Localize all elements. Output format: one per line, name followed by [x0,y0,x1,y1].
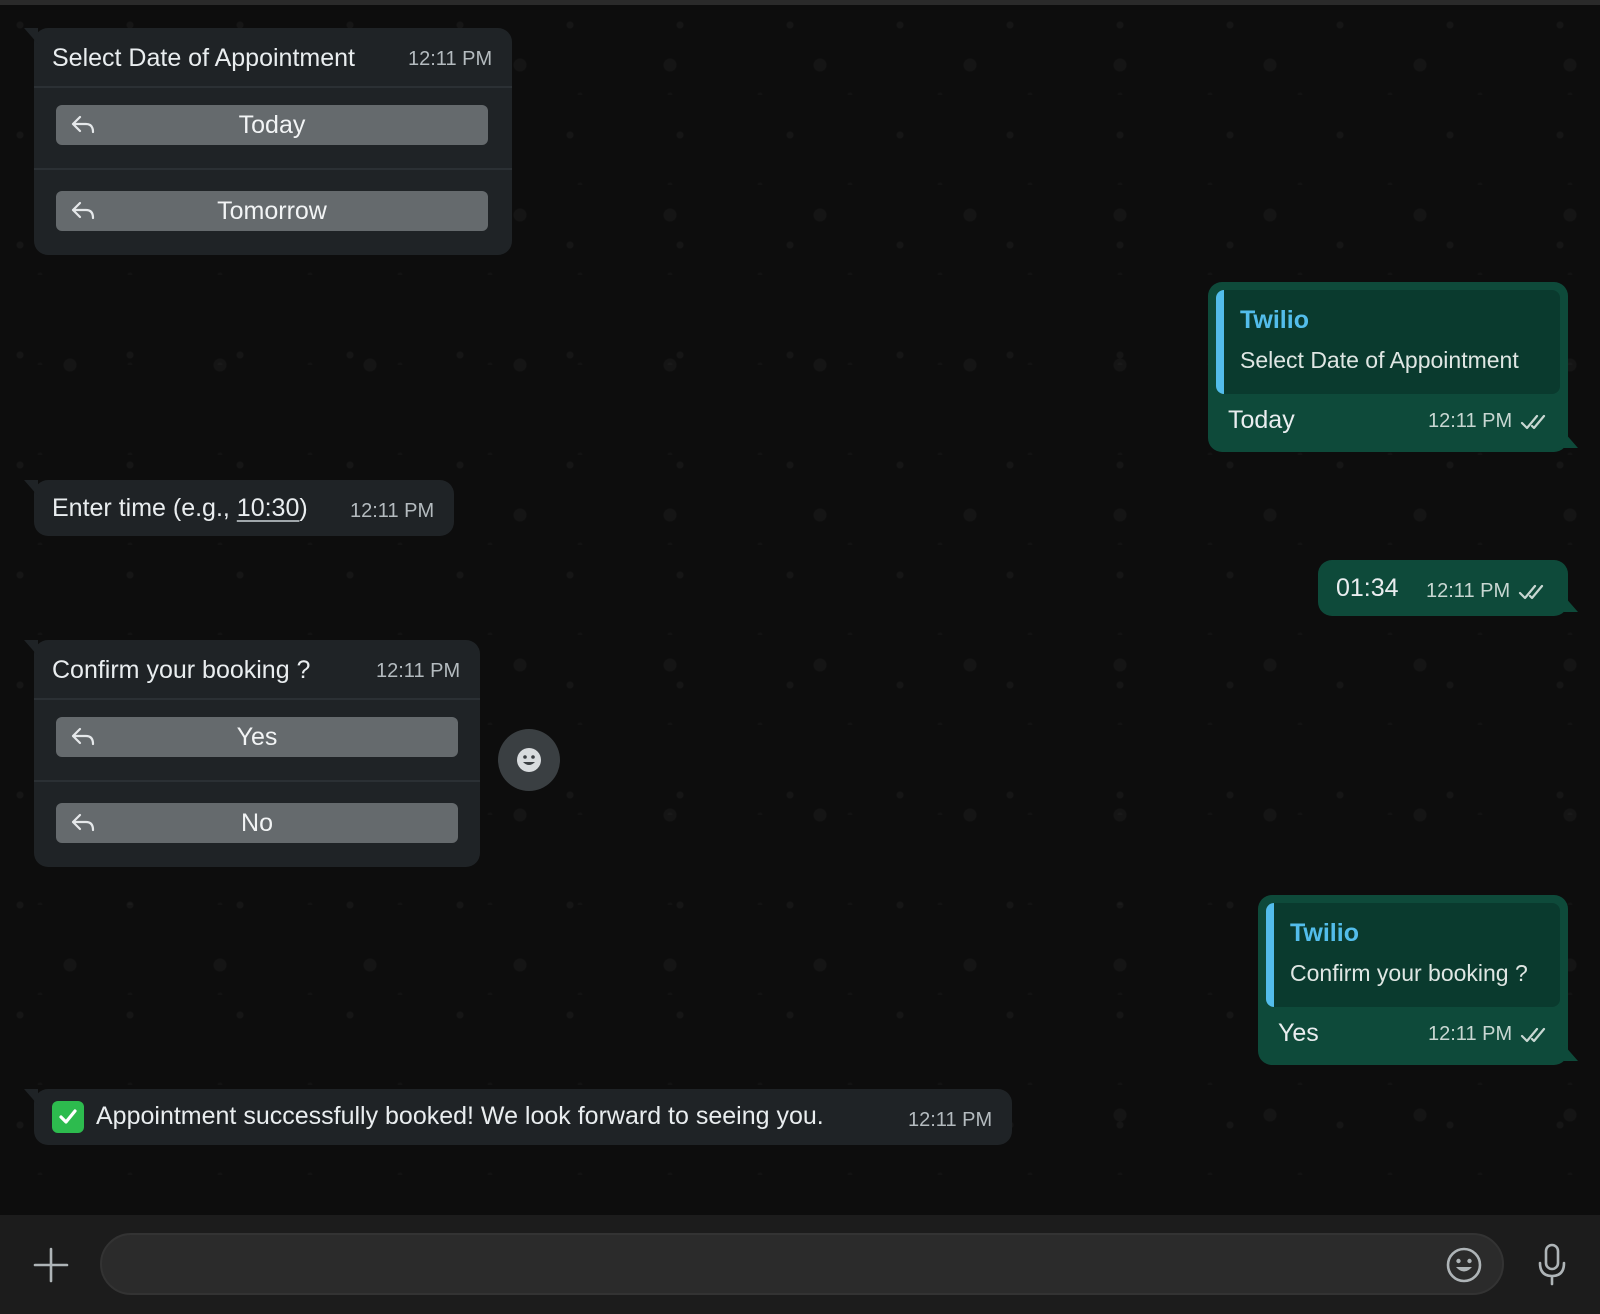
bubble-tail [1564,596,1578,612]
message-date-reply: Twilio Select Date of Appointment Today … [1208,282,1578,452]
double-check-icon [1519,584,1544,599]
double-check-icon [1521,414,1546,429]
message-time: 12:11 PM [1428,1023,1513,1045]
reply-arrow-icon [71,727,95,746]
message-time: 12:11 PM [350,500,435,522]
quick-reply-button-today[interactable]: Today [56,105,488,145]
message-meta: 12:11 PM [1428,410,1550,433]
quote-author: Twilio [1240,306,1309,334]
message-time: 12:11 PM [908,1109,993,1131]
chat-message-list[interactable]: Select Date of Appointment 12:11 PM Toda… [0,5,1600,1215]
quick-reply-label: Yes [236,722,278,751]
message-text: Appointment successfully booked! We look… [52,1100,824,1134]
message-time: 12:11 PM [1426,580,1511,602]
message-confirm-prompt: Confirm your booking ? 12:11 PM Yes No [24,640,480,867]
double-check-icon [1521,1027,1546,1042]
message-text: Yes [1278,1019,1319,1047]
quote-text: Confirm your booking ? [1290,960,1528,986]
message-text: Enter time (e.g., 10:30) [52,492,308,524]
divider [34,698,480,700]
message-date-prompt: Select Date of Appointment 12:11 PM Toda… [24,28,512,255]
message-text-start: Enter time (e.g., [52,494,237,522]
message-text: 01:34 [1336,574,1399,602]
emoji-react-button[interactable] [498,729,560,791]
emoji-icon[interactable] [1446,1247,1482,1283]
quick-reply-button-no[interactable]: No [56,803,458,843]
quick-reply-label: No [241,808,273,837]
bubble-tail [24,28,38,44]
message-meta: 12:11 PM [1428,1023,1550,1046]
reply-arrow-icon [71,813,95,832]
reply-arrow-icon [71,201,95,220]
message-text-end: ) [299,494,308,522]
message-input[interactable] [100,1233,1504,1295]
quoted-message[interactable]: Twilio Select Date of Appointment [1216,290,1560,394]
message-text: Today [1228,406,1295,434]
divider [34,168,512,170]
quote-accent-bar [1266,903,1274,1007]
emoji-react-icon [517,748,541,772]
quote-text: Select Date of Appointment [1240,347,1519,373]
message-meta: 12:11 PM [1426,580,1548,603]
quoted-message[interactable]: Twilio Confirm your booking ? [1266,903,1560,1007]
quick-reply-button-tomorrow[interactable]: Tomorrow [56,191,488,231]
reply-arrow-icon [71,115,95,134]
message-time: 12:11 PM [1428,410,1513,432]
quick-reply-button-yes[interactable]: Yes [56,717,458,757]
message-time: 12:11 PM [408,48,493,70]
divider [34,86,512,88]
message-success: Appointment successfully booked! We look… [24,1089,1012,1145]
bubble-tail [1564,1045,1578,1061]
quick-reply-label: Today [238,110,306,139]
message-text: Select Date of Appointment [52,44,355,72]
time-example-link[interactable]: 10:30 [237,494,300,522]
bubble-tail [24,1089,38,1105]
message-time: 12:11 PM [376,660,461,682]
microphone-icon[interactable] [1536,1243,1568,1287]
quick-reply-label: Tomorrow [217,196,327,225]
success-text: Appointment successfully booked! We look… [96,1102,824,1130]
message-time-prompt: Enter time (e.g., 10:30) 12:11 PM [24,480,454,536]
message-composer [0,1215,1600,1314]
check-mark-button-emoji [52,1101,84,1134]
message-time-reply: 01:34 12:11 PM [1318,560,1578,616]
quote-author: Twilio [1290,919,1359,947]
bubble-tail [1564,432,1578,448]
message-text: Confirm your booking ? [52,656,311,684]
divider [34,780,480,782]
bubble-tail [24,480,38,496]
message-confirm-reply: Twilio Confirm your booking ? Yes 12:11 … [1258,895,1578,1065]
quote-accent-bar [1216,290,1224,394]
bubble-tail [24,640,38,656]
plus-icon[interactable] [33,1247,69,1283]
